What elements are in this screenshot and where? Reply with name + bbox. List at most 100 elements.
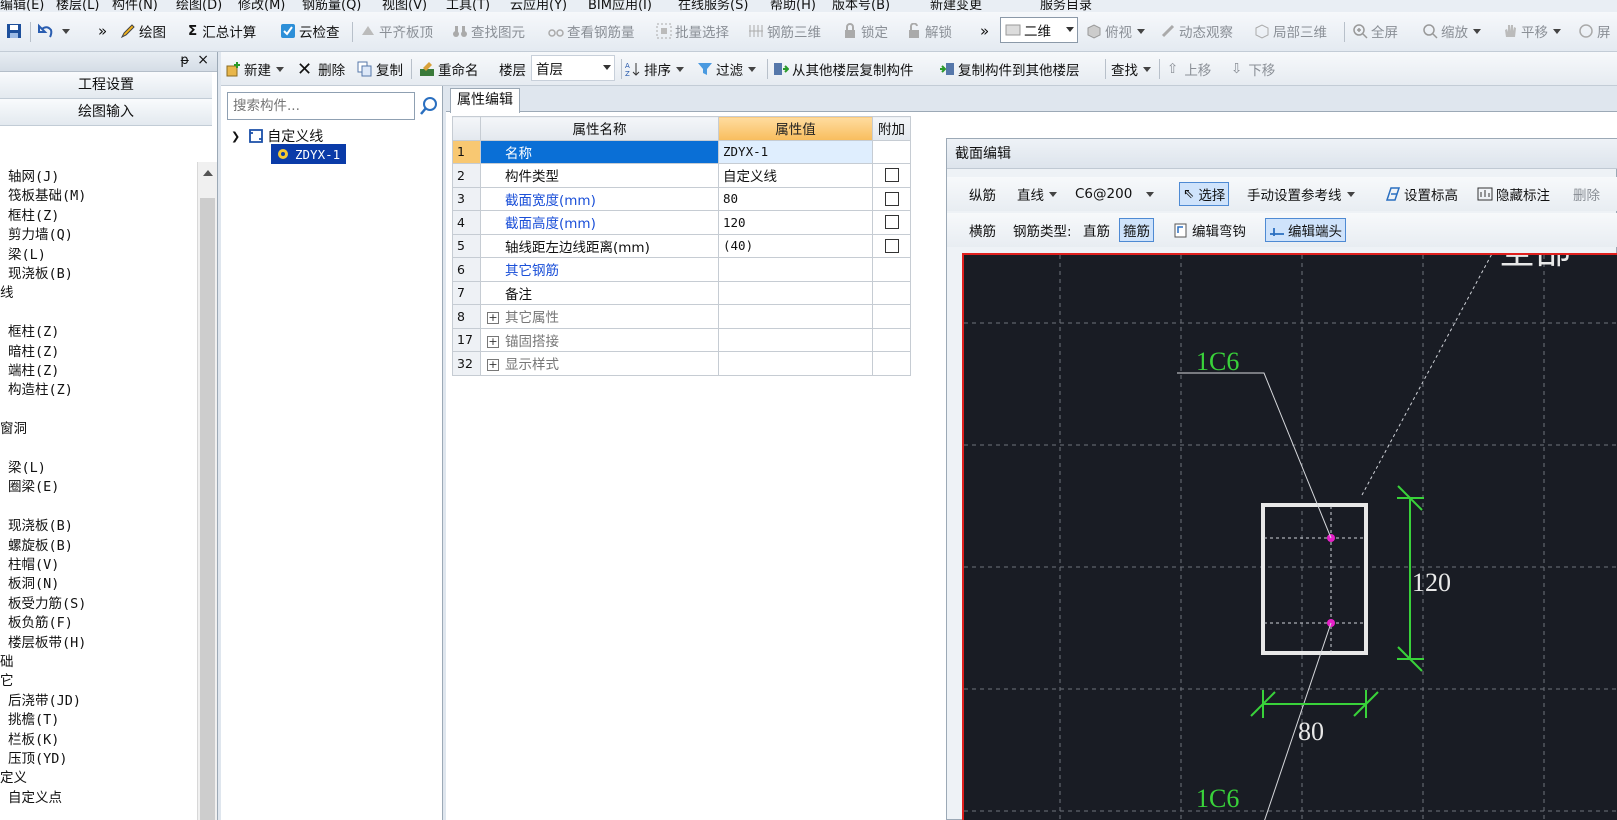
rebar-3d-button[interactable]: 钢筋三维	[748, 19, 821, 43]
table-row[interactable]: 1 名称 ZDYX-1	[452, 139, 911, 164]
filter-button[interactable]: 过滤	[697, 57, 756, 81]
dynamic-view-button[interactable]: 动态观察	[1160, 19, 1233, 43]
sidebar-item[interactable]: 自定义点	[8, 789, 62, 808]
property-value-input[interactable]: 自定义线	[718, 163, 873, 188]
sidebar-item[interactable]: 现浇板(B)	[8, 517, 73, 536]
sidebar-item[interactable]: 窗洞	[0, 420, 27, 439]
pin-icon[interactable]: ᵽ	[180, 53, 189, 68]
table-row[interactable]: 6 其它钢筋	[452, 257, 911, 282]
width-dimension[interactable]	[1250, 690, 1379, 718]
fullscreen-button[interactable]: 全屏	[1352, 19, 1398, 43]
rebar-label-bottom[interactable]: 1C6	[1196, 784, 1239, 813]
toolbar-more-button[interactable]: »	[98, 19, 107, 43]
table-row[interactable]: 3 截面宽度(mm) 80	[452, 186, 911, 211]
stirrup-button[interactable]: 箍筋	[1119, 218, 1154, 242]
view-rebar-qty-button[interactable]: 查看钢筋量	[548, 19, 635, 43]
expand-plus-icon[interactable]: +	[487, 312, 499, 325]
menu-tools[interactable]: 工具(T)	[446, 0, 490, 12]
tree-node-custom-line[interactable]: ❯ 自定义线	[231, 126, 323, 146]
find-element-button[interactable]: 查找图元	[452, 19, 525, 43]
lock-button[interactable]: 锁定	[842, 19, 888, 43]
sidebar-item[interactable]: 圈梁(E)	[8, 478, 59, 497]
batch-select-button[interactable]: 批量选择	[656, 19, 729, 43]
extra-checkbox[interactable]	[884, 238, 899, 253]
manual-reference-button[interactable]: 手动设置参考线	[1247, 182, 1355, 206]
section-drawing-canvas[interactable]: 全部 1C6 1C6 120 80	[962, 253, 1617, 820]
menu-component[interactable]: 构件(N)	[112, 0, 158, 12]
copy-to-floor-button[interactable]: 复制构件到其他楼层	[939, 57, 1080, 81]
copy-button[interactable]: 复制	[357, 57, 403, 81]
delete-button[interactable]: ✕ 删除	[297, 57, 345, 81]
property-value-input[interactable]: 80	[718, 186, 873, 211]
toolbar-more2-button[interactable]: »	[980, 19, 989, 43]
delete-rebar-button[interactable]: 删除	[1573, 182, 1600, 206]
sidebar-item[interactable]: 端柱(Z)	[8, 362, 59, 381]
view-mode-select[interactable]: 二维	[1000, 17, 1078, 43]
sidebar-item[interactable]: 筏板基础(M)	[8, 187, 86, 206]
extra-checkbox[interactable]	[884, 215, 899, 230]
move-up-button[interactable]: ⇧ 上移	[1167, 57, 1211, 81]
expand-plus-icon[interactable]: +	[487, 359, 499, 372]
menu-modify[interactable]: 修改(M)	[238, 0, 285, 12]
sum-calc-button[interactable]: Σ 汇总计算	[188, 19, 256, 43]
table-row[interactable]: 7 备注	[452, 280, 911, 305]
property-value-input[interactable]	[718, 280, 873, 305]
zoom-button[interactable]: 缩放	[1422, 19, 1481, 43]
collapse-chevron-icon[interactable]: ❯	[231, 130, 240, 143]
sidebar-item[interactable]: 础	[0, 653, 14, 672]
sidebar-item[interactable]: 现浇板(B)	[8, 265, 73, 284]
property-group[interactable]: + 锚固搭接	[480, 327, 719, 352]
sidebar-item[interactable]: 定义	[0, 769, 27, 788]
new-button[interactable]: 新建	[225, 57, 284, 81]
property-value-input[interactable]	[718, 257, 873, 282]
sidebar-item[interactable]: 构造柱(Z)	[8, 381, 73, 400]
flush-top-button[interactable]: 平齐板顶	[360, 19, 433, 43]
move-down-button[interactable]: ⇩ 下移	[1231, 57, 1275, 81]
menu-version[interactable]: 版本号(B)	[832, 0, 890, 12]
top-view-button[interactable]: 俯视	[1086, 19, 1145, 43]
sidebar-item[interactable]: 压顶(YD)	[8, 750, 68, 769]
table-row[interactable]: 8 + 其它属性	[452, 304, 911, 329]
menu-view[interactable]: 视图(V)	[382, 0, 427, 12]
sidebar-item[interactable]: 楼层板带(H)	[8, 634, 86, 653]
menu-bim[interactable]: BIM应用(I)	[588, 0, 652, 12]
menu-service[interactable]: 服务目录	[1040, 0, 1092, 12]
menu-online[interactable]: 在线服务(S)	[678, 0, 748, 12]
edit-end-button[interactable]: 编辑端头	[1265, 218, 1346, 242]
set-elevation-button[interactable]: 设置标高	[1385, 182, 1458, 206]
property-name-header[interactable]: 属性名称	[480, 116, 719, 141]
straight-rebar-button[interactable]: 直筋	[1083, 218, 1110, 242]
sidebar-item[interactable]: 栏板(K)	[8, 731, 59, 750]
sidebar-item[interactable]: 梁(L)	[8, 246, 46, 265]
sidebar-item[interactable]: 轴网(J)	[8, 168, 59, 187]
find-button[interactable]: 查找	[1111, 57, 1151, 81]
copy-from-floor-button[interactable]: 从其他楼层复制构件	[773, 57, 914, 81]
floor-select[interactable]: 首层	[531, 55, 615, 81]
extra-checkbox[interactable]	[884, 191, 899, 206]
rebar-spec-select[interactable]: C6@200	[1075, 182, 1167, 206]
property-value-input[interactable]: 120	[718, 210, 873, 235]
select-tool-button[interactable]: ⇖ 选择	[1179, 182, 1230, 206]
component-search-input[interactable]	[227, 92, 415, 120]
close-icon[interactable]: ×	[197, 52, 209, 68]
expand-plus-icon[interactable]: +	[487, 335, 499, 348]
menu-cloud[interactable]: 云应用(Y)	[510, 0, 567, 12]
sidebar-item[interactable]: 线	[0, 284, 14, 303]
sort-button[interactable]: AZ 排序	[625, 57, 684, 81]
property-value-input[interactable]: ZDYX-1	[718, 139, 873, 164]
menu-draw[interactable]: 绘图(D)	[176, 0, 222, 12]
table-row[interactable]: 17 + 锚固搭接	[452, 327, 911, 352]
menu-floor[interactable]: 楼层(L)	[56, 0, 99, 12]
hide-dimension-button[interactable]: 隐藏标注	[1477, 182, 1550, 206]
table-row[interactable]: 4 截面高度(mm) 120	[452, 210, 911, 235]
undo-button[interactable]	[38, 19, 70, 43]
line-mode-select[interactable]: 直线	[1017, 182, 1057, 206]
cloud-check-button[interactable]: 云检查	[280, 19, 340, 43]
project-settings-button[interactable]: 工程设置	[0, 72, 212, 99]
pan-button[interactable]: 平移	[1502, 19, 1561, 43]
rename-button[interactable]: 重命名	[419, 57, 479, 81]
menu-help[interactable]: 帮助(H)	[770, 0, 816, 12]
sidebar-item[interactable]: 它	[0, 672, 14, 691]
sidebar-item[interactable]: 螺旋板(B)	[8, 537, 73, 556]
sidebar-item[interactable]: 框柱(Z)	[8, 323, 59, 342]
